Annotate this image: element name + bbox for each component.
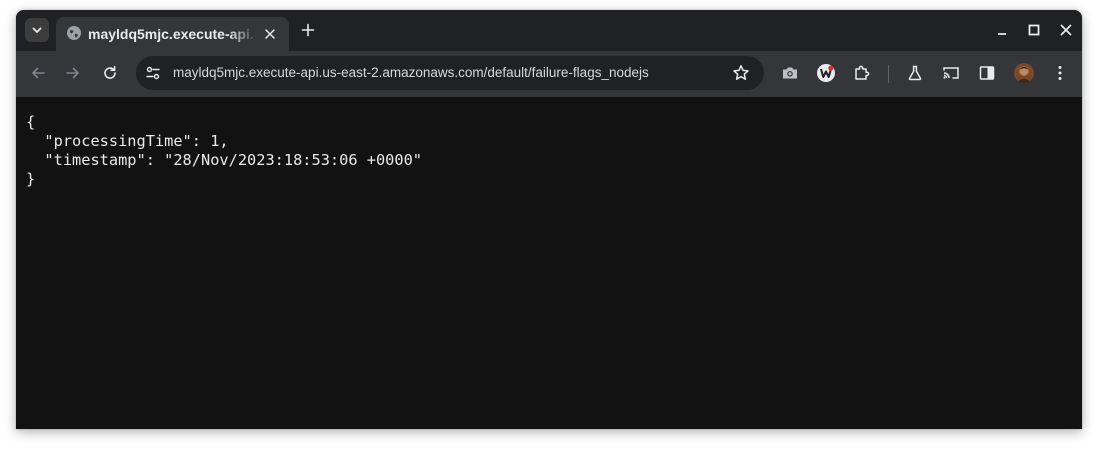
- camera-icon: [783, 67, 797, 79]
- json-line: {: [26, 113, 36, 131]
- bookmark-button[interactable]: [732, 64, 750, 82]
- close-icon: [265, 29, 275, 39]
- toolbar-divider: [888, 65, 889, 83]
- minimize-icon: [998, 33, 1006, 35]
- reload-icon: [104, 66, 116, 79]
- menu-kebab-icon: [1058, 66, 1062, 80]
- forward-button[interactable]: [62, 62, 84, 84]
- tab-title: mayldq5mjc.execute-api.us-east-2.amazona…: [88, 26, 256, 42]
- new-tab-button[interactable]: [298, 20, 318, 40]
- back-icon: [32, 67, 45, 79]
- close-icon: [1060, 24, 1072, 36]
- json-line: "processingTime": 1,: [26, 132, 229, 150]
- labs-button[interactable]: [904, 62, 926, 84]
- maximize-button[interactable]: [1024, 20, 1044, 40]
- close-tab-button[interactable]: [262, 26, 278, 42]
- forward-icon: [66, 67, 79, 79]
- menu-button[interactable]: [1049, 62, 1071, 84]
- json-response: { "processingTime": 1, "timestamp": "28/…: [26, 113, 422, 189]
- address-bar[interactable]: mayldq5mjc.execute-api.us-east-2.amazona…: [136, 56, 764, 90]
- chevron-down-icon: [32, 27, 42, 33]
- w-extension-button[interactable]: [815, 62, 837, 84]
- plus-icon: [301, 23, 315, 37]
- cast-button[interactable]: [940, 62, 962, 84]
- w-extension-icon: [817, 64, 835, 82]
- tab-strip: mayldq5mjc.execute-api.us-east-2.amazona…: [16, 10, 1082, 51]
- tab-search-button[interactable]: [25, 18, 49, 42]
- screenshot-extension-button[interactable]: [779, 62, 801, 84]
- avatar[interactable]: [1014, 63, 1034, 83]
- json-line: }: [26, 170, 36, 188]
- globe-icon: [67, 26, 81, 40]
- side-panel-icon: [979, 66, 995, 80]
- reload-button[interactable]: [99, 62, 121, 84]
- extensions-puzzle-icon: [855, 65, 870, 80]
- minimize-button[interactable]: [992, 20, 1012, 40]
- cast-icon: [943, 67, 959, 79]
- toolbar: mayldq5mjc.execute-api.us-east-2.amazona…: [16, 51, 1082, 97]
- site-info-icon: [146, 66, 160, 80]
- close-window-button[interactable]: [1056, 20, 1076, 40]
- labs-flask-icon: [908, 65, 922, 81]
- site-info-button[interactable]: [144, 64, 162, 82]
- json-line: "timestamp": "28/Nov/2023:18:53:06 +0000…: [26, 151, 423, 169]
- page-content: { "processingTime": 1, "timestamp": "28/…: [16, 97, 1082, 429]
- browser-window: mayldq5mjc.execute-api.us-east-2.amazona…: [16, 10, 1082, 429]
- side-panel-button[interactable]: [976, 62, 998, 84]
- extensions-button[interactable]: [851, 62, 873, 84]
- url-text[interactable]: mayldq5mjc.execute-api.us-east-2.amazona…: [173, 64, 649, 82]
- maximize-icon: [1028, 24, 1040, 36]
- avatar-image: [1014, 63, 1034, 83]
- back-button[interactable]: [27, 62, 49, 84]
- bookmark-star-icon: [733, 65, 749, 80]
- active-tab[interactable]: mayldq5mjc.execute-api.us-east-2.amazona…: [56, 17, 289, 51]
